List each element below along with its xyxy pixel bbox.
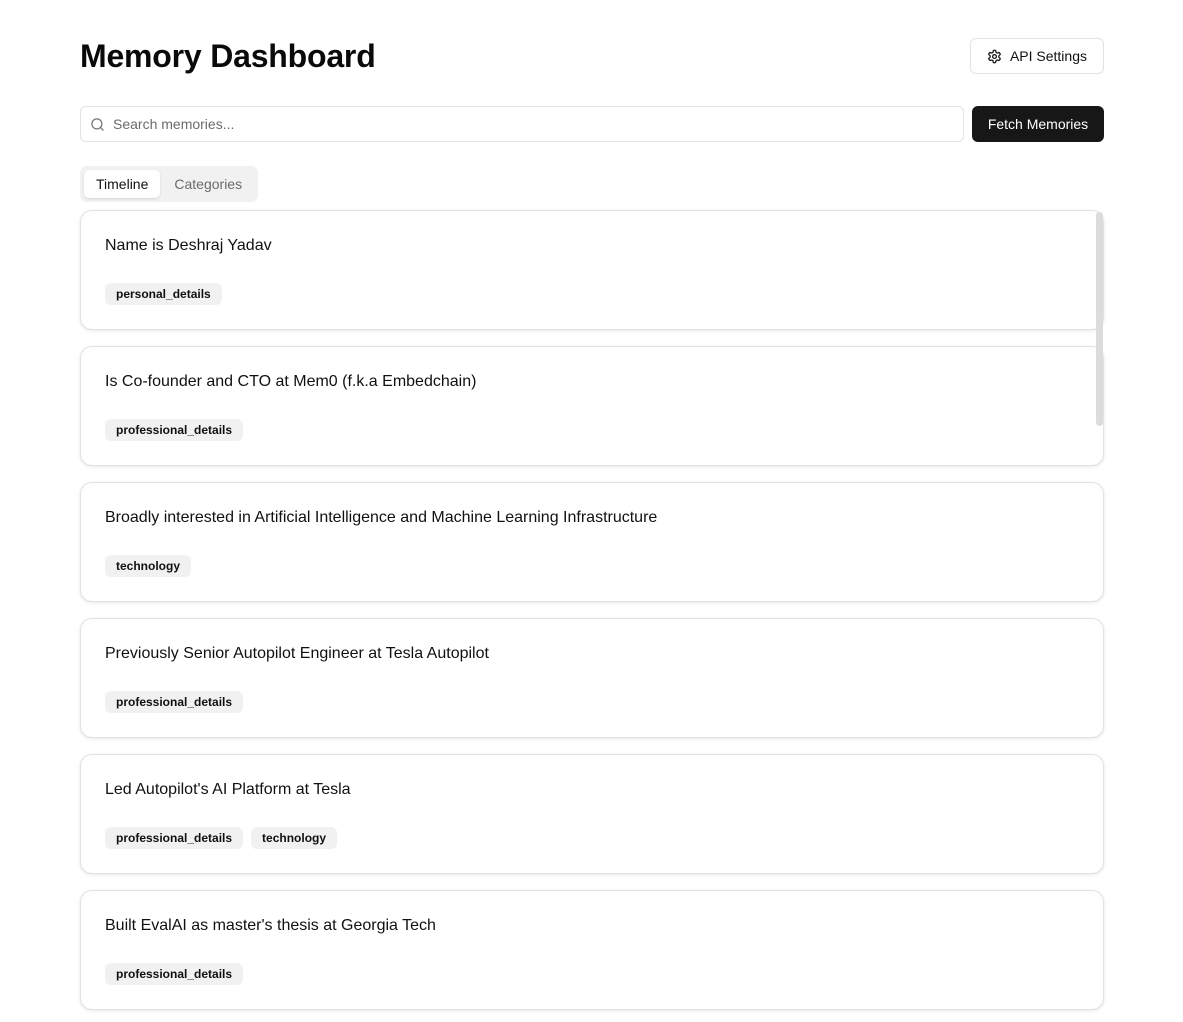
api-settings-label: API Settings xyxy=(1009,48,1087,64)
memory-card: Name is Deshraj Yadav personal_details xyxy=(80,210,1104,330)
tab-categories[interactable]: Categories xyxy=(162,170,254,198)
memory-text: Name is Deshraj Yadav xyxy=(105,237,272,254)
tag-row: professional_details xyxy=(105,963,244,985)
page-title: Memory Dashboard xyxy=(80,37,376,74)
memory-text: Broadly interested in Artificial Intelli… xyxy=(105,509,658,526)
memory-card: Is Co-founder and CTO at Mem0 (f.k.a Emb… xyxy=(80,346,1104,466)
search-icon xyxy=(90,117,105,132)
memory-text: Is Co-founder and CTO at Mem0 (f.k.a Emb… xyxy=(105,373,477,390)
memory-text: Built EvalAI as master's thesis at Georg… xyxy=(105,917,436,934)
category-tag: personal_details xyxy=(105,283,222,305)
search-box xyxy=(80,106,964,142)
gear-icon xyxy=(987,49,1002,64)
memory-card: Led Autopilot's AI Platform at Tesla pro… xyxy=(80,754,1104,874)
tag-row: professional_details xyxy=(105,691,244,713)
memory-card: Previously Senior Autopilot Engineer at … xyxy=(80,618,1104,738)
search-input[interactable] xyxy=(113,107,955,141)
header: Memory Dashboard API Settings xyxy=(80,38,1104,74)
memory-text: Led Autopilot's AI Platform at Tesla xyxy=(105,781,351,798)
tab-timeline[interactable]: Timeline xyxy=(84,170,161,198)
tag-row: personal_details xyxy=(105,283,222,305)
view-tabs: Timeline Categories xyxy=(80,166,259,202)
category-tag: professional_details xyxy=(105,827,244,849)
api-settings-button[interactable]: API Settings xyxy=(969,38,1104,74)
scrollbar-thumb[interactable] xyxy=(1096,212,1103,426)
memory-list[interactable]: Name is Deshraj Yadav personal_details I… xyxy=(80,210,1104,1022)
category-tag: technology xyxy=(251,827,338,849)
search-row: Fetch Memories xyxy=(80,106,1104,142)
memory-text: Previously Senior Autopilot Engineer at … xyxy=(105,645,489,662)
memory-dashboard-page: Memory Dashboard API Settings Fetch Memo… xyxy=(0,0,1183,1022)
category-tag: professional_details xyxy=(105,419,244,441)
category-tag: professional_details xyxy=(105,691,244,713)
memory-card: Broadly interested in Artificial Intelli… xyxy=(80,482,1104,602)
tag-row: professional_details technology xyxy=(105,827,338,849)
category-tag: technology xyxy=(105,555,192,577)
memory-card: Built EvalAI as master's thesis at Georg… xyxy=(80,890,1104,1010)
tag-row: professional_details xyxy=(105,419,244,441)
category-tag: professional_details xyxy=(105,963,244,985)
tag-row: technology xyxy=(105,555,192,577)
fetch-memories-button[interactable]: Fetch Memories xyxy=(972,106,1104,142)
